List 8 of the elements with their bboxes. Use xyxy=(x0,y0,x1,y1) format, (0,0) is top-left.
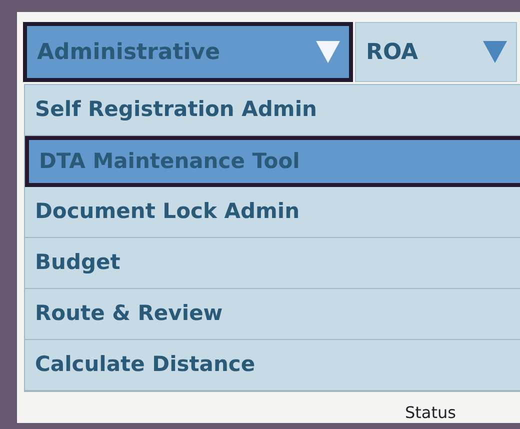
column-header: Status xyxy=(405,404,456,422)
caret-icon xyxy=(482,40,508,64)
menu-item[interactable]: Budget xyxy=(25,238,520,289)
menu-item[interactable]: Calculate Distance xyxy=(25,340,520,391)
menu-item[interactable]: Route & Review xyxy=(25,289,520,340)
caret-icon xyxy=(315,40,341,64)
menu-item[interactable]: Document Lock Admin xyxy=(25,187,520,238)
menu-tab[interactable]: ROA xyxy=(355,22,517,82)
